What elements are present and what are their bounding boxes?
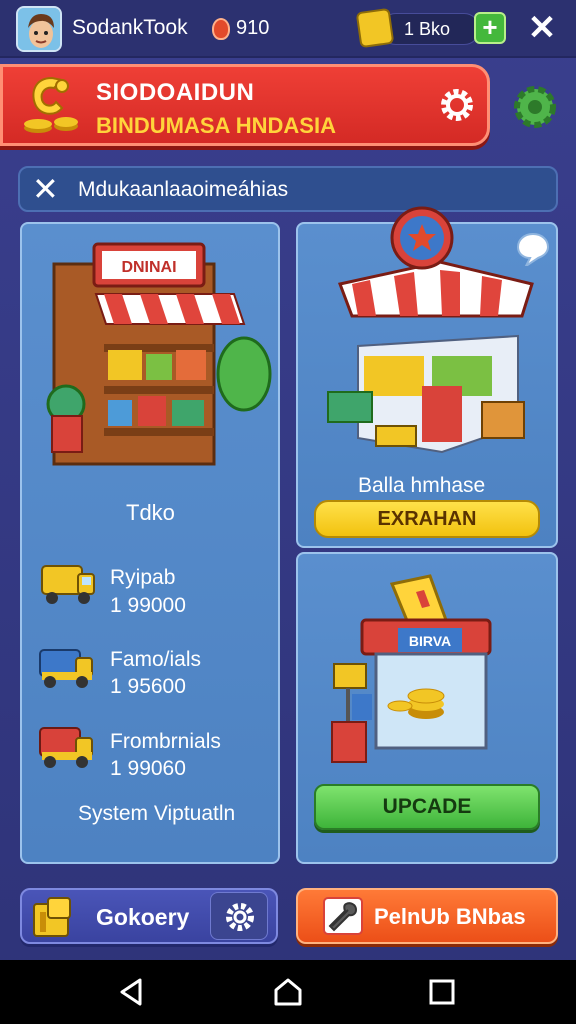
wrench-icon — [323, 897, 363, 935]
gear-icon — [226, 903, 254, 931]
vehicle-name: Ryipab — [110, 566, 176, 589]
truck-icon[interactable] — [36, 722, 96, 772]
truck-icon[interactable] — [38, 558, 98, 608]
add-currency-button[interactable]: + — [474, 12, 506, 44]
search-x-icon[interactable]: ✕ — [32, 172, 59, 206]
coin-logo-icon — [24, 76, 78, 133]
truck-icon[interactable] — [36, 642, 96, 692]
kiosk-sign-text: BIRVA — [409, 633, 451, 649]
shop-stall-illustration: DNINAI — [46, 242, 272, 466]
upgrade-button[interactable]: UPCADE — [314, 784, 540, 830]
store-caption: Balla hmhase — [358, 474, 486, 497]
recents-icon[interactable] — [426, 976, 458, 1008]
close-button[interactable]: ✕ — [524, 10, 560, 46]
gem-count: 910 — [236, 17, 270, 39]
settings-gear-icon[interactable] — [510, 82, 560, 132]
cash-icon — [355, 7, 395, 49]
search-text: Mdukaanlaaoimeáhias — [78, 178, 289, 201]
back-icon[interactable] — [116, 976, 148, 1008]
shop-footer: System Viptuatln — [78, 802, 236, 825]
speech-bubble-icon[interactable] — [516, 232, 550, 266]
kiosk-illustration: BIRVA — [331, 574, 492, 763]
vehicle-name: Famo/ials — [110, 648, 202, 671]
shop-sign-text: DNINAI — [121, 259, 176, 276]
banner-title: SIODOAIDUN — [96, 79, 255, 106]
vehicle-price: 1 99000 — [110, 594, 186, 617]
banner-subtitle: BINDUMASA HNDASIA — [96, 113, 336, 138]
vehicle-name: Frombrnials — [110, 730, 221, 753]
avatar[interactable] — [16, 6, 62, 52]
avatar-face-icon — [18, 8, 60, 50]
gear-icon[interactable] — [438, 86, 476, 124]
gallery-label: Gokoery — [96, 904, 190, 930]
shop-title: Tdko — [126, 500, 175, 525]
box-icon — [33, 897, 71, 937]
player-name: SodankTook — [72, 16, 188, 39]
cash-value: 1 Bko — [404, 19, 451, 39]
exrahan-button[interactable]: EXRAHAN — [314, 500, 540, 538]
repair-label: PelnUb BNbas — [374, 904, 526, 929]
gem-icon — [212, 18, 230, 40]
vehicle-price: 1 99060 — [110, 757, 186, 780]
home-icon[interactable] — [272, 976, 304, 1008]
vehicle-price: 1 95600 — [110, 675, 186, 698]
gallery-settings-button[interactable] — [210, 892, 268, 940]
